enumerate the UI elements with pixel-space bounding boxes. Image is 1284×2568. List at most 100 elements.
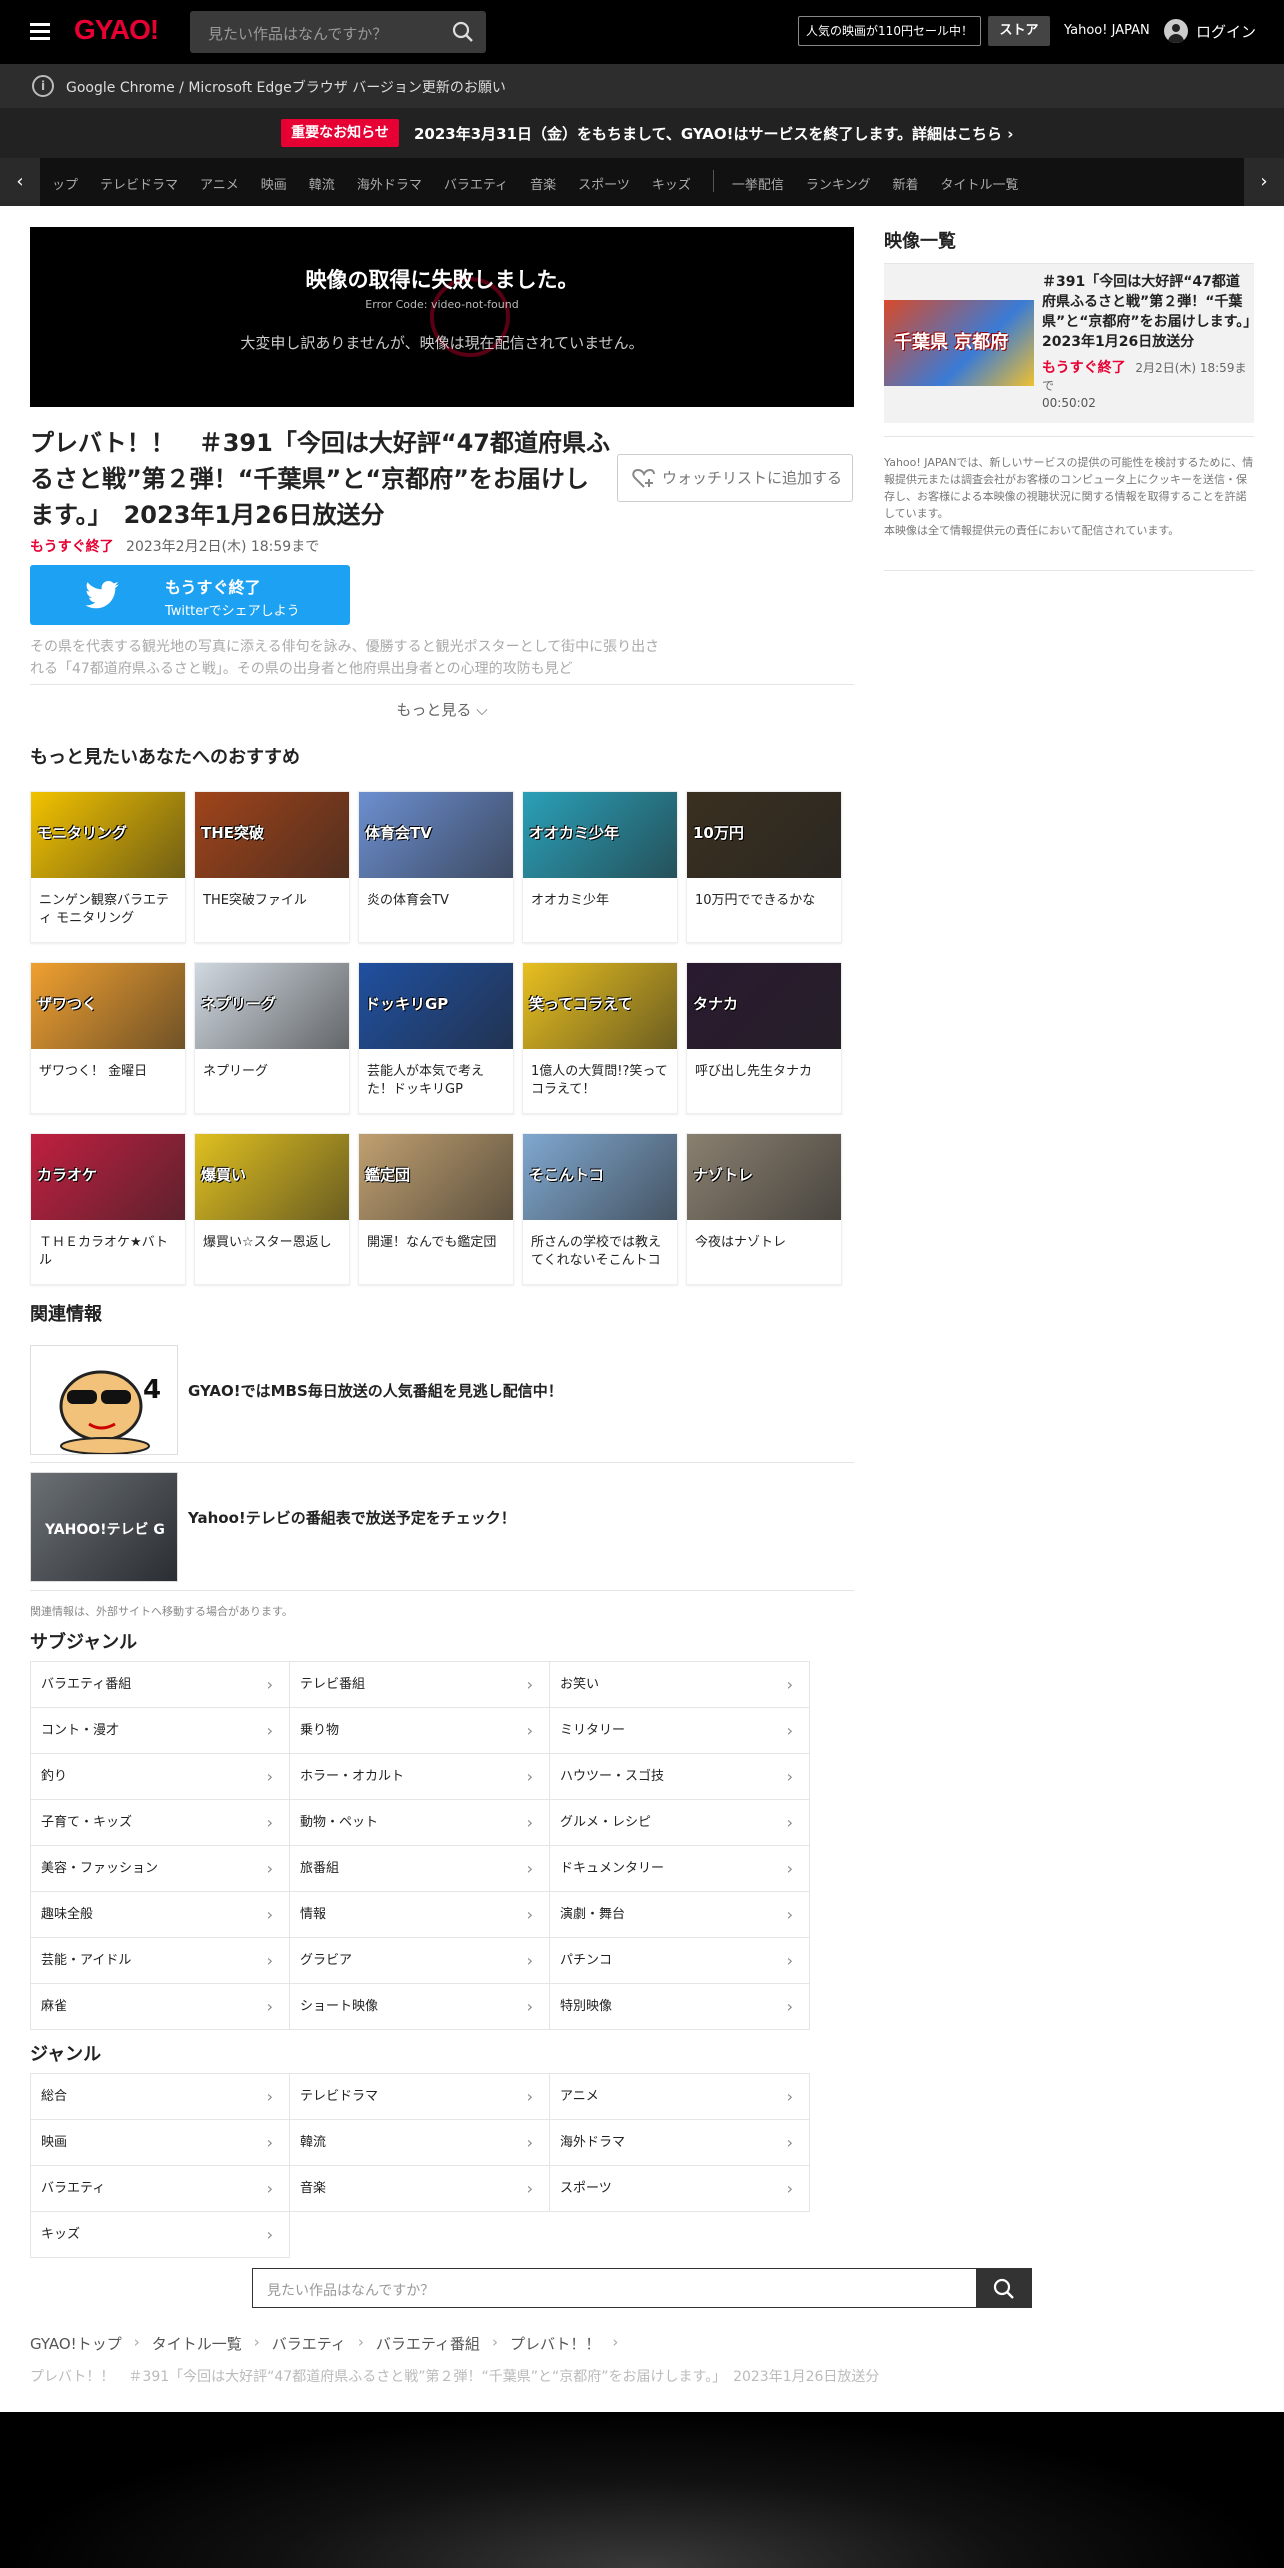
subgenre-link[interactable]: ドキュメンタリー › — [550, 1846, 810, 1892]
recommend-card[interactable]: ザワつく ザワつく！ 金曜日 — [30, 962, 186, 1114]
genre-link[interactable]: スポーツ › — [550, 2166, 810, 2212]
yahoo-tv-thumbnail[interactable]: YAHOO!テレビ G — [30, 1472, 178, 1582]
show-more-button[interactable]: もっと見る ⌵ — [0, 699, 884, 720]
subgenre-link[interactable]: グラビア › — [290, 1938, 550, 1984]
subgenre-link[interactable]: 演劇・舞台 › — [550, 1892, 810, 1938]
subgenre-link[interactable]: グルメ・レシピ › — [550, 1800, 810, 1846]
nav-left-arrow[interactable]: ‹ — [0, 158, 40, 206]
subgenre-link[interactable]: ショート映像 › — [290, 1984, 550, 2030]
nav-item[interactable]: 新着 — [892, 174, 918, 193]
nav-item[interactable]: 音楽 — [530, 174, 556, 193]
gyao-logo[interactable]: GYAO! — [74, 14, 159, 46]
breadcrumb-item[interactable]: バラエティ番組 — [376, 2333, 480, 2354]
breadcrumb-item[interactable]: GYAO!トップ — [30, 2333, 122, 2354]
nav-item[interactable]: 海外ドラマ — [357, 174, 422, 193]
subgenre-link[interactable]: 芸能・アイドル › — [30, 1938, 290, 1984]
browser-notice[interactable]: i Google Chrome / Microsoft Edgeブラウザ バージ… — [0, 64, 1284, 108]
genre-link[interactable]: 音楽 › — [290, 2166, 550, 2212]
nav-item[interactable]: アニメ — [200, 174, 239, 193]
recommend-card[interactable]: 笑ってコラえて 1億人の大質問!?笑ってコラえて！ — [522, 962, 678, 1114]
genre-link[interactable]: アニメ › — [550, 2074, 810, 2120]
recommend-card[interactable]: タナカ 呼び出し先生タナカ — [686, 962, 842, 1114]
breadcrumb-item[interactable]: バラエティ — [272, 2333, 346, 2354]
recommend-card[interactable]: 爆買い 爆買い☆スター恩返し — [194, 1133, 350, 1285]
recommend-card[interactable]: カラオケ ＴＨＥカラオケ★バトル — [30, 1133, 186, 1285]
subgenre-link[interactable]: 釣り › — [30, 1754, 290, 1800]
genre-link[interactable]: テレビドラマ › — [290, 2074, 550, 2120]
nav-item[interactable]: テレビドラマ — [100, 174, 178, 193]
recommend-card[interactable]: ナゾトレ 今夜はナゾトレ — [686, 1133, 842, 1285]
subgenre-link[interactable]: 情報 › — [290, 1892, 550, 1938]
breadcrumb-item[interactable]: タイトル一覧 — [152, 2333, 242, 2354]
chevron-right-icon: › — [526, 2133, 533, 2152]
recommend-card[interactable]: 体育会TV 炎の体育会TV — [358, 791, 514, 943]
subgenre-link[interactable]: コント・漫才 › — [30, 1708, 290, 1754]
subgenre-link[interactable]: 旅番組 › — [290, 1846, 550, 1892]
bottom-search-button[interactable] — [976, 2268, 1032, 2308]
subgenre-link[interactable]: 乗り物 › — [290, 1708, 550, 1754]
subgenre-link[interactable]: お笑い › — [550, 1662, 810, 1708]
recommend-card[interactable]: ネプリーグ ネプリーグ — [194, 962, 350, 1114]
search-input[interactable]: 見たい作品はなんですか？ — [190, 11, 486, 53]
nav-item[interactable]: キッズ — [652, 174, 691, 193]
search-icon[interactable] — [452, 21, 474, 43]
subgenre-link[interactable]: ハウツー・スゴ技 › — [550, 1754, 810, 1800]
video-list-item[interactable]: 千葉県 京都府 ＃391「今回は大好評“47都道府県ふるさと戦”第２弾！“千葉県… — [884, 263, 1265, 423]
genre-link[interactable]: 映画 › — [30, 2120, 290, 2166]
svg-text:4: 4 — [143, 1375, 161, 1405]
recommend-card[interactable]: ドッキリGP 芸能人が本気で考えた！ドッキリGP — [358, 962, 514, 1114]
breadcrumb-item[interactable]: プレバト！！ — [510, 2333, 600, 2354]
subgenre-link[interactable]: 子育て・キッズ › — [30, 1800, 290, 1846]
watchlist-label: ウォッチリストに追加する — [662, 469, 843, 487]
promo-banner[interactable]: 人気の映画が110円セール中！ — [798, 16, 981, 46]
related-link-yahoo-tv[interactable]: Yahoo!テレビの番組表で放送予定をチェック！ — [188, 1507, 516, 1528]
nav-item[interactable]: 映画 — [261, 174, 287, 193]
video-list-title: ＃391「今回は大好評“47都道府県ふるさと戦”第２弾！“千葉県”と“京都府”を… — [1042, 274, 1265, 350]
related-link-mbs[interactable]: GYAO!ではMBS毎日放送の人気番組を見逃し配信中！ — [188, 1380, 563, 1401]
video-player[interactable]: 映像の取得に失敗しました。 Error Code: video-not-foun… — [30, 227, 854, 407]
twitter-share-button[interactable]: もうすぐ終了 Twitterでシェアしよう — [30, 565, 350, 625]
subgenre-link[interactable]: ホラー・オカルト › — [290, 1754, 550, 1800]
recommend-thumbnail: オオカミ少年 — [523, 792, 677, 878]
nav-right-arrow[interactable]: › — [1244, 158, 1284, 206]
recommend-thumbnail: ドッキリGP — [359, 963, 513, 1049]
genre-link[interactable]: 韓流 › — [290, 2120, 550, 2166]
genre-link[interactable]: バラエティ › — [30, 2166, 290, 2212]
subgenre-link[interactable]: 動物・ペット › — [290, 1800, 550, 1846]
recommend-card[interactable]: モニタリング ニンゲン観察バラエティ モニタリング — [30, 791, 186, 943]
subgenre-link[interactable]: パチンコ › — [550, 1938, 810, 1984]
login-button[interactable]: ログイン — [1164, 19, 1256, 43]
subgenre-link[interactable]: テレビ番組 › — [290, 1662, 550, 1708]
store-button[interactable]: ストア — [988, 16, 1050, 46]
nav-item[interactable]: 韓流 — [309, 174, 335, 193]
subgenre-link[interactable]: 特別映像 › — [550, 1984, 810, 2030]
subgenre-link[interactable]: 趣味全般 › — [30, 1892, 290, 1938]
nav-item[interactable]: タイトル一覧 — [941, 174, 1019, 193]
nav-item[interactable]: スポーツ — [578, 174, 630, 193]
recommend-thumbnail: 10万円 — [687, 792, 841, 878]
mbs-thumbnail[interactable]: 4 — [30, 1345, 178, 1455]
recommend-card[interactable]: 10万円 10万円でできるかな — [686, 791, 842, 943]
subgenre-link[interactable]: 美容・ファッション › — [30, 1846, 290, 1892]
genre-row: 総合 › テレビドラマ › アニメ › — [30, 2074, 810, 2120]
bottom-search-input[interactable]: 見たい作品はなんですか？ — [252, 2268, 1032, 2308]
genre-link[interactable]: キッズ › — [30, 2212, 290, 2258]
nav-item[interactable]: ランキング — [806, 174, 871, 193]
important-notice[interactable]: 重要なお知らせ 2023年3月31日（金）をもちまして、GYAO!はサービスを終… — [0, 108, 1284, 158]
genre-link[interactable]: 総合 › — [30, 2074, 290, 2120]
watchlist-button[interactable]: ウォッチリストに追加する — [617, 454, 853, 502]
yahoo-japan-link[interactable]: Yahoo! JAPAN — [1064, 23, 1150, 38]
recommend-card[interactable]: そこんトコ 所さんの学校では教えてくれないそこんトコ — [522, 1133, 678, 1285]
genre-link[interactable]: 海外ドラマ › — [550, 2120, 810, 2166]
subgenre-link[interactable]: バラエティ番組 › — [30, 1662, 290, 1708]
subgenre-link[interactable]: ミリタリー › — [550, 1708, 810, 1754]
nav-item[interactable]: バラエティ — [444, 174, 508, 193]
nav-item[interactable]: 一挙配信 — [732, 174, 784, 193]
subgenre-link[interactable]: 麻雀 › — [30, 1984, 290, 2030]
recommend-card[interactable]: 鑑定団 開運！なんでも鑑定団 — [358, 1133, 514, 1285]
recommend-card[interactable]: オオカミ少年 オオカミ少年 — [522, 791, 678, 943]
recommend-card[interactable]: THE突破 THE突破ファイル — [194, 791, 350, 943]
nav-item[interactable]: ップ — [52, 174, 78, 193]
thumbnail-text: 千葉県 京都府 — [894, 332, 1009, 353]
menu-icon[interactable] — [30, 23, 50, 40]
